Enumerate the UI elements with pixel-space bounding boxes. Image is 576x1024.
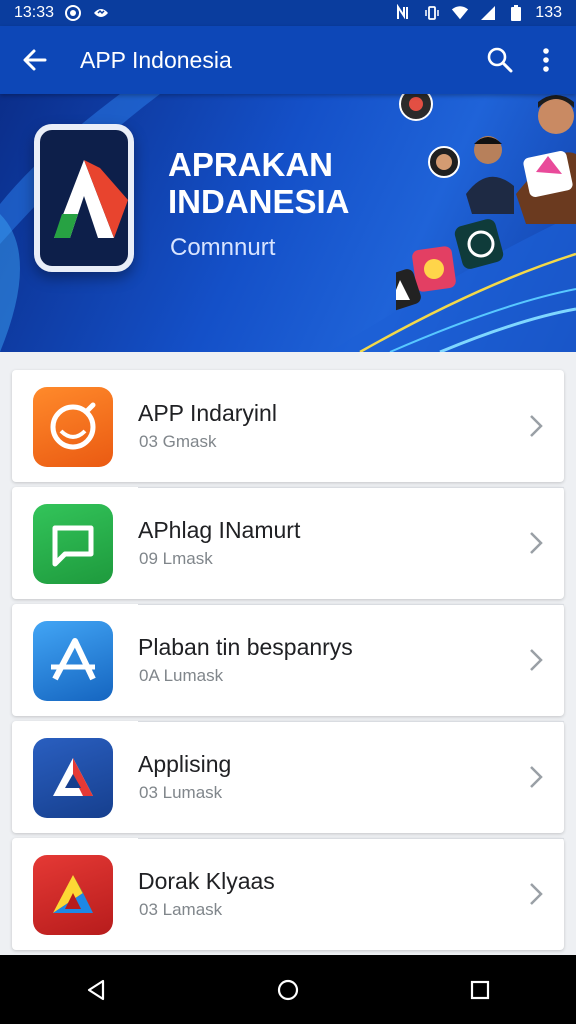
phone-illustration [34, 124, 134, 272]
triangle-a-icon [33, 738, 113, 818]
system-nav-bar [0, 955, 576, 1024]
nfc-icon [395, 4, 413, 22]
status-time: 13:33 [14, 4, 55, 21]
app-name: APhlag INamurt [138, 517, 301, 543]
list-item[interactable]: Plaban tin bespanrys 0A Lumask [12, 604, 564, 716]
divider [138, 721, 564, 722]
app-meta: 09 Lmask [139, 549, 213, 568]
banner-subtitle: Comnnurt [170, 234, 276, 261]
chat-bubble-icon [33, 504, 113, 584]
chevron-right-icon [530, 415, 543, 437]
app-name: APP Indaryinl [138, 400, 277, 426]
app-name: Plaban tin bespanrys [138, 634, 353, 660]
messenger-icon [92, 4, 110, 22]
wifi-icon [451, 4, 469, 22]
app-meta: 03 Lamask [139, 900, 223, 919]
app-meta: 03 Gmask [139, 432, 217, 451]
search-icon[interactable] [480, 40, 520, 80]
colorful-a-icon [33, 855, 113, 935]
app-name: Applising [138, 751, 232, 777]
recents-nav-icon[interactable] [456, 966, 504, 1014]
divider [138, 487, 564, 488]
smile-bubble-icon [33, 387, 113, 467]
app-bar: APP Indonesia [0, 26, 576, 94]
status-bar: 13:33 133 [0, 0, 576, 26]
list-item[interactable]: Applising 03 Lumask [12, 721, 564, 833]
hero-banner[interactable]: APRAKAN INDANESIA Comnnurt [0, 94, 576, 352]
more-vert-icon[interactable] [526, 40, 566, 80]
divider [138, 604, 564, 605]
back-arrow-icon[interactable] [18, 43, 52, 77]
chevron-right-icon [530, 883, 543, 905]
divider [138, 838, 564, 839]
vibrate-icon [423, 4, 441, 22]
app-list: APP Indaryinl 03 Gmask APhlag INamurt 09… [12, 370, 564, 955]
list-item[interactable]: APP Indaryinl 03 Gmask [12, 370, 564, 482]
logo-a-icon [54, 160, 128, 238]
status-left: 13:33 [14, 4, 110, 22]
people-illustration [396, 94, 576, 311]
status-right: 133 [395, 4, 562, 22]
home-nav-icon[interactable] [264, 966, 312, 1014]
app-a-icon [33, 621, 113, 701]
chevron-right-icon [530, 532, 543, 554]
back-nav-icon[interactable] [72, 966, 120, 1014]
page-title: APP Indonesia [80, 46, 232, 73]
app-meta: 03 Lumask [139, 783, 223, 802]
signal-icon [479, 4, 497, 22]
app-meta: 0A Lumask [139, 666, 224, 685]
whatsapp-icon [64, 4, 82, 22]
status-right-text: 133 [535, 4, 562, 21]
chevron-right-icon [530, 766, 543, 788]
battery-icon [507, 4, 525, 22]
app-name: Dorak Klyaas [138, 868, 275, 894]
list-item[interactable]: Dorak Klyaas 03 Lamask [12, 838, 564, 950]
banner-title: APRAKAN INDANESIA [168, 146, 350, 220]
chevron-right-icon [530, 649, 543, 671]
list-item[interactable]: APhlag INamurt 09 Lmask [12, 487, 564, 599]
